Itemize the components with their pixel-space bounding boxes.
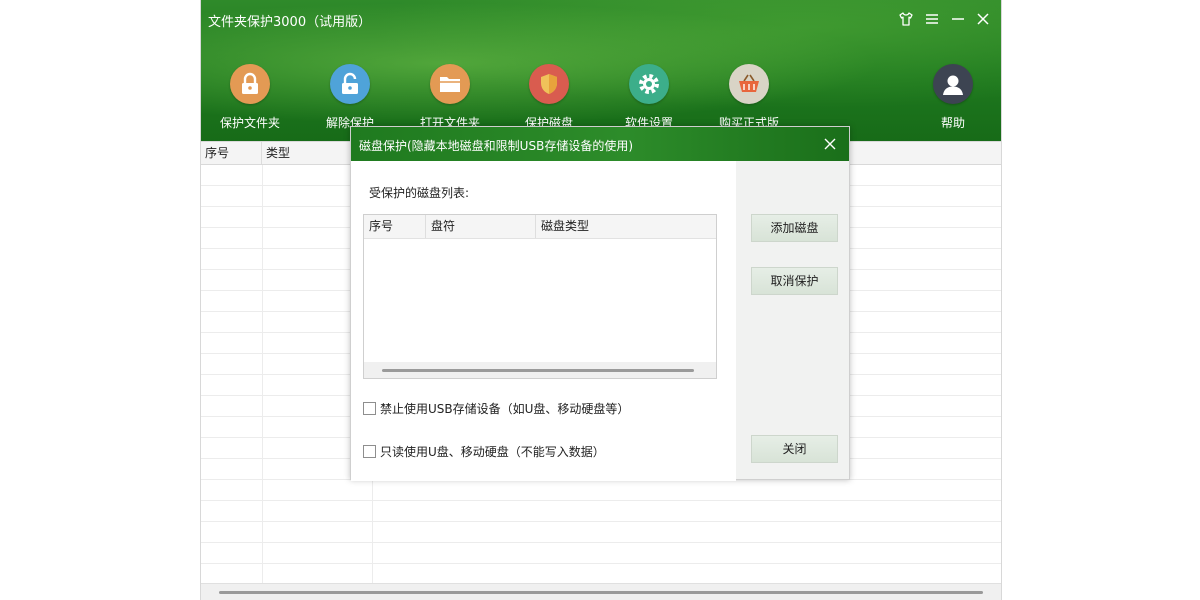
- close-button[interactable]: 关闭: [751, 435, 838, 463]
- cancel-protect-button[interactable]: 取消保护: [751, 267, 838, 295]
- menu-icon[interactable]: [921, 8, 943, 30]
- close-icon[interactable]: [972, 8, 994, 30]
- protect-disk-button[interactable]: 保护磁盘: [504, 64, 594, 134]
- column-header-index[interactable]: 序号: [364, 215, 426, 238]
- basket-icon: [729, 64, 769, 104]
- dialog-titlebar[interactable]: 磁盘保护(隐藏本地磁盘和限制USB存储设备的使用): [351, 127, 849, 161]
- open-folder-button[interactable]: 打开文件夹: [405, 64, 495, 134]
- unprotect-button[interactable]: 解除保护: [305, 64, 395, 134]
- minimize-icon[interactable]: [947, 8, 969, 30]
- disk-list-label: 受保护的磁盘列表:: [369, 186, 470, 200]
- column-header-index[interactable]: 序号: [201, 142, 262, 164]
- lock-icon: [230, 64, 270, 104]
- header-banner: 文件夹保护3000（试用版） 保护文件夹 解除保护 打开文件夹 保护磁盘 软件设…: [201, 0, 1001, 141]
- user-icon: [933, 64, 973, 104]
- scrollbar-thumb[interactable]: [382, 369, 694, 372]
- folder-icon: [430, 64, 470, 104]
- gear-icon: [629, 64, 669, 104]
- dialog-button-panel: 添加磁盘 取消保护 关闭: [736, 161, 849, 479]
- shirt-icon[interactable]: [895, 8, 917, 30]
- protect-folder-button[interactable]: 保护文件夹: [205, 64, 295, 134]
- block-usb-option[interactable]: 禁止使用USB存储设备（如U盘、移动硬盘等）: [363, 400, 629, 417]
- settings-button[interactable]: 软件设置: [604, 64, 694, 134]
- close-icon[interactable]: [821, 135, 839, 153]
- toolbar-label: 帮助: [940, 116, 965, 130]
- toolbar-label: 保护文件夹: [219, 116, 280, 130]
- dialog-title: 磁盘保护(隐藏本地磁盘和限制USB存储设备的使用): [359, 139, 633, 153]
- readonly-usb-checkbox[interactable]: [363, 445, 376, 458]
- readonly-usb-option[interactable]: 只读使用U盘、移动硬盘（不能写入数据）: [363, 443, 605, 460]
- horizontal-scrollbar[interactable]: [364, 362, 716, 378]
- column-divider: [262, 165, 263, 585]
- scrollbar-thumb[interactable]: [219, 591, 983, 594]
- help-button[interactable]: 帮助: [908, 64, 998, 134]
- readonly-usb-label: 只读使用U盘、移动硬盘（不能写入数据）: [380, 445, 605, 459]
- buy-button[interactable]: 购买正式版: [704, 64, 794, 134]
- unlock-icon: [330, 64, 370, 104]
- disk-protect-dialog: 磁盘保护(隐藏本地磁盘和限制USB存储设备的使用) 受保护的磁盘列表: 序号 盘…: [350, 126, 850, 481]
- column-header-drive[interactable]: 盘符: [426, 215, 536, 238]
- disk-list-header: 序号 盘符 磁盘类型: [364, 215, 716, 239]
- dialog-body: 受保护的磁盘列表: 序号 盘符 磁盘类型 禁止使用USB存储设备（如U盘、移动硬…: [351, 161, 736, 481]
- shield-icon: [529, 64, 569, 104]
- column-header-disk-type[interactable]: 磁盘类型: [536, 215, 716, 238]
- disk-list[interactable]: 序号 盘符 磁盘类型: [363, 214, 717, 379]
- block-usb-checkbox[interactable]: [363, 402, 376, 415]
- horizontal-scrollbar[interactable]: [201, 583, 1001, 600]
- block-usb-label: 禁止使用USB存储设备（如U盘、移动硬盘等）: [380, 402, 630, 416]
- app-title: 文件夹保护3000（试用版）: [208, 15, 372, 30]
- add-disk-button[interactable]: 添加磁盘: [751, 214, 838, 242]
